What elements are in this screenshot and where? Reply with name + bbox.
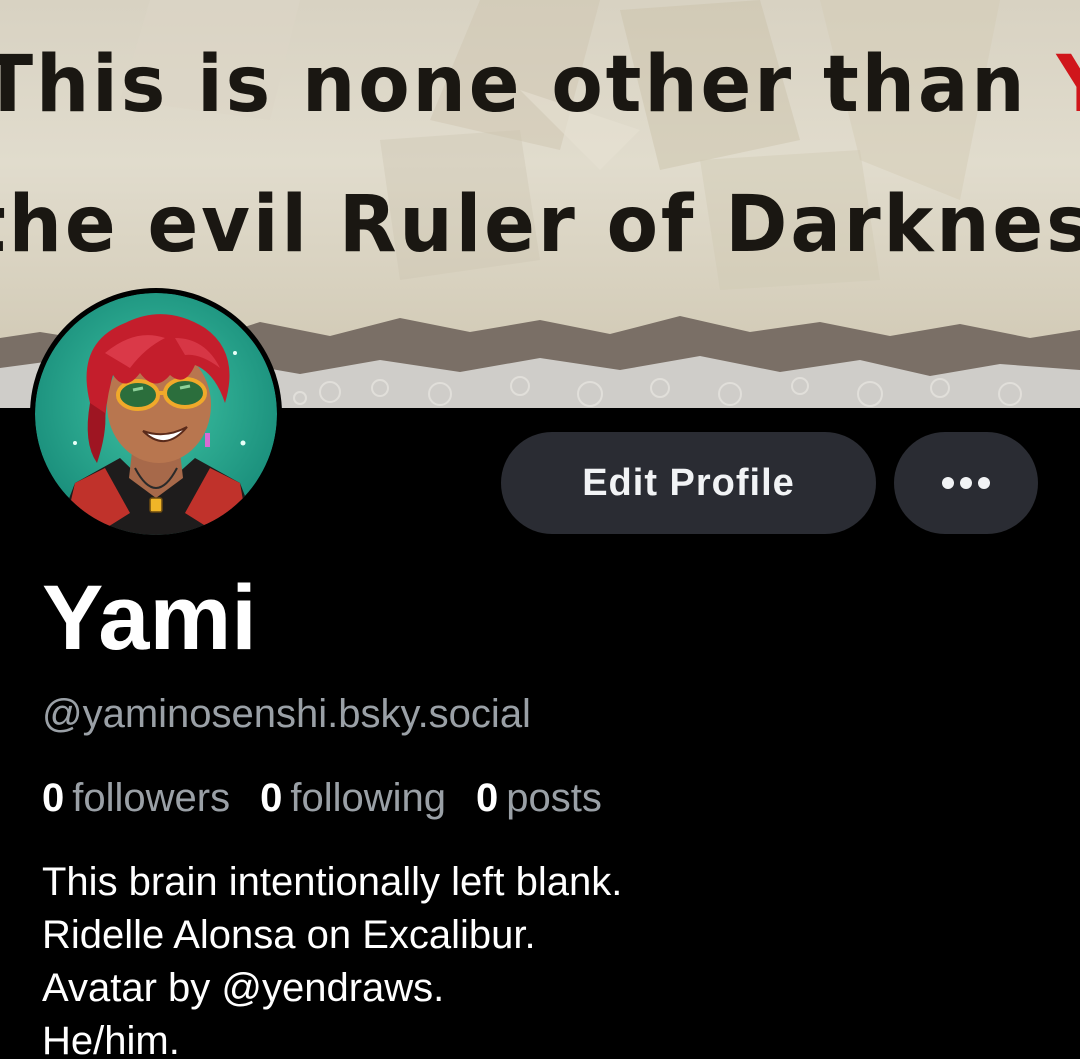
following-count: 0 bbox=[260, 776, 283, 820]
followers-stat[interactable]: 0 followers bbox=[42, 776, 230, 821]
following-label: following bbox=[290, 776, 446, 820]
bio-line: Ridelle Alonsa on Excalibur. bbox=[42, 913, 536, 957]
more-horizontal-icon bbox=[942, 477, 990, 489]
posts-stat: 0 posts bbox=[476, 776, 602, 821]
profile-stats: 0 followers 0 following 0 posts bbox=[42, 776, 602, 821]
profile-bio: This brain intentionally left blank. Rid… bbox=[42, 856, 622, 1059]
followers-count: 0 bbox=[42, 776, 65, 820]
avatar-image bbox=[35, 293, 277, 535]
followers-label: followers bbox=[72, 776, 231, 820]
bio-line: He/him. bbox=[42, 1019, 180, 1059]
banner-text-before: This is none other than bbox=[0, 40, 1057, 130]
following-stat[interactable]: 0 following bbox=[260, 776, 446, 821]
banner-text-line-2: the evil Ruler of Darkness. bbox=[0, 180, 1080, 270]
more-options-button[interactable] bbox=[894, 432, 1038, 534]
banner-text-line-1: This is none other than Yami bbox=[0, 40, 1080, 130]
bio-line: This brain intentionally left blank. bbox=[42, 860, 623, 904]
banner-text-highlight: Yami bbox=[1056, 40, 1080, 130]
profile-screen: This is none other than Yami the evil Ru… bbox=[0, 0, 1080, 1059]
edit-profile-button[interactable]: Edit Profile bbox=[501, 432, 876, 534]
bio-line: Avatar by @yendraws. bbox=[42, 966, 445, 1010]
posts-count: 0 bbox=[476, 776, 499, 820]
posts-label: posts bbox=[506, 776, 602, 820]
profile-handle: @yaminosenshi.bsky.social bbox=[42, 692, 531, 736]
display-name: Yami bbox=[42, 567, 257, 669]
avatar[interactable] bbox=[30, 288, 282, 540]
